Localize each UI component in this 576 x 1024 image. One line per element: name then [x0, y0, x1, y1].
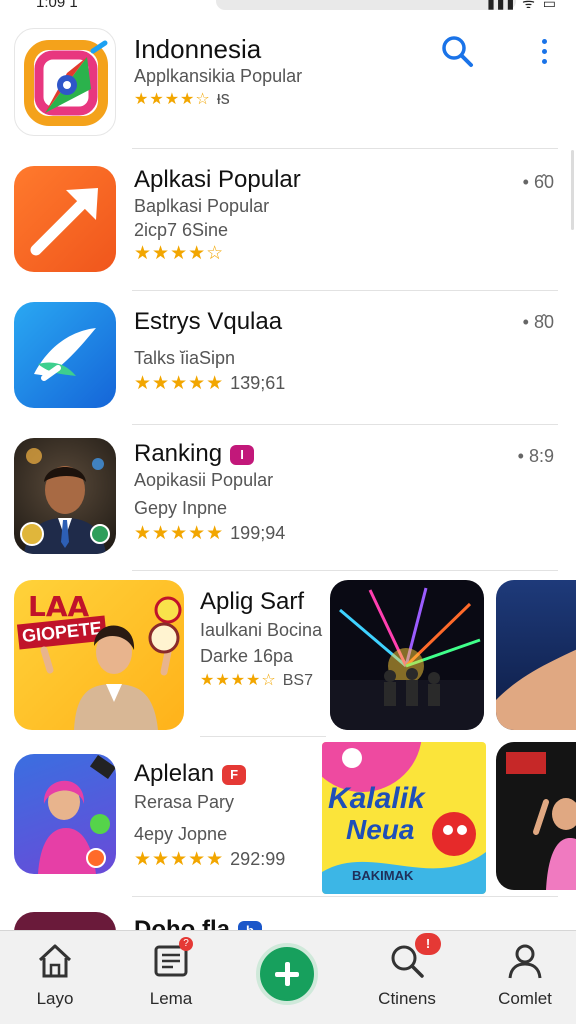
user-icon [505, 941, 545, 981]
app-title: Aplelan F [134, 760, 247, 788]
nav-item-layo[interactable]: Layo [10, 941, 100, 1009]
man-portrait-icon [20, 448, 110, 554]
notification-dot: ? [179, 937, 193, 951]
app-meta: • 8̂0 [522, 312, 554, 332]
app-row-5[interactable]: LAA GIOPETE Aplig Sarf Iaulkani Bocina D… [0, 580, 576, 730]
nav-label: Layo [36, 989, 74, 1008]
status-pill [216, 0, 516, 10]
poster-partial-2[interactable] [496, 742, 576, 890]
rating-count: 292:99 [230, 849, 286, 869]
divider [132, 896, 558, 897]
app-detail: Darke 16pa [200, 646, 294, 666]
divider [132, 290, 558, 291]
colorful-swirl-icon [24, 40, 108, 126]
plus-icon [285, 962, 290, 986]
app-meta: • 6̂0 [522, 172, 554, 192]
poster-kalalik-subtitle: Neua [346, 814, 415, 845]
status-time: 1:09 1 [36, 0, 78, 11]
app-rating: ★★★★☆ ᵻs [134, 88, 230, 109]
star-rating: ★★★★★ [134, 373, 225, 394]
arm-image-icon [496, 649, 576, 730]
divider [132, 148, 558, 149]
poster-concert[interactable] [330, 580, 484, 730]
app-row-6[interactable]: Aplelan F Rerasa Pary 4epy Jopne ★★★★★ 292… [0, 736, 576, 894]
star-rating: ★★★★★ [134, 523, 225, 544]
app-subtitle: Talks ĭiaSipn [134, 348, 236, 368]
app-subtitle: Baplkasi Popular [134, 196, 270, 216]
poster-laa[interactable]: LAA GIOPETE [14, 580, 184, 730]
bird-arrow-icon [34, 328, 96, 381]
nav-label: Lema [149, 989, 193, 1008]
poster-kalalik-caption: BAKIMAK [352, 868, 414, 883]
app-badge: F [222, 764, 247, 785]
app-detail: 2icp7 6Sine [134, 220, 229, 240]
divider [132, 570, 558, 571]
rating-count: 13̈9;61 [230, 373, 286, 393]
app-subtitle: Aopikasii Popular [134, 470, 274, 490]
app-subtitle: Iaulkani Bocina [200, 620, 323, 640]
nav-label: Ctinens [378, 989, 436, 1008]
news-icon: ? [151, 937, 193, 981]
app-subtitle: Rerasa Pary [134, 792, 235, 812]
bottom-navigation: Layo ? Lema ! Ctinens Comlet [0, 930, 576, 1024]
star-rating: ★★★★★ [134, 849, 225, 870]
app-rating: ★★★★★ 13̈9;61 [134, 372, 285, 395]
app-icon-ranking[interactable] [14, 438, 116, 554]
divider [200, 736, 326, 737]
app-title: Aplig Sarf [200, 588, 305, 615]
add-button[interactable] [256, 943, 318, 1005]
app-title: Aplkasi Popular [134, 166, 301, 193]
app-detail: Gepy Inpne [134, 498, 228, 518]
app-detail: 4epy Jopne [134, 824, 228, 844]
rating-count: 199;94 [230, 523, 286, 543]
app-title-text: Ranking [134, 440, 223, 467]
app-subtitle: Applkansikia Popular [134, 66, 303, 86]
nav-item-ctinens[interactable]: ! Ctinens [362, 933, 452, 1009]
app-icon-partial[interactable] [14, 912, 116, 932]
rating-count: BS7 [282, 672, 313, 689]
app-title: Ranking I [134, 440, 255, 468]
concert-lights-icon [330, 587, 484, 730]
app-title: Indonnesia [134, 34, 262, 64]
woman-presenter-icon [40, 596, 182, 730]
cartoon-girl-icon [38, 754, 116, 874]
notification-badge: ! [415, 933, 441, 955]
app-icon-aplelan[interactable] [14, 754, 116, 874]
arrow-up-right-icon [30, 188, 98, 256]
nav-item-lema[interactable]: ? Lema [126, 937, 216, 1009]
app-row-3[interactable]: Estrys Vqulaa Talks ĭiaSipn ★★★★★ 13̈9;61… [0, 302, 576, 424]
status-bar: 1:09 1 ▮▮▮ ᯤ ▭ [0, 0, 576, 12]
divider [132, 424, 558, 425]
star-rating: ★★★★☆ [200, 672, 277, 689]
app-row-4[interactable]: Ranking I Aopikasii Popular Gepy Inpne ★★… [0, 436, 576, 566]
app-rating: ★★★★☆ BS7 [200, 670, 313, 690]
poster-kalalik-title: Kalalik [328, 782, 425, 815]
home-icon [35, 941, 75, 981]
star-rating: ★★★★☆ [134, 243, 225, 264]
app-rating: ★★★★★ 292:99 [134, 848, 285, 871]
search-icon: ! [387, 933, 441, 981]
app-title: Estrys Vqulaa [134, 308, 283, 335]
app-row-2[interactable]: Aplkasi Popular Baplkasi Popular 2icp7 6… [0, 166, 576, 288]
app-icon-estrys-vqulaa[interactable] [14, 302, 116, 408]
status-icons: ▮▮▮ ᯤ ▭ [487, 0, 558, 11]
star-rating: ★★★★☆ [134, 91, 211, 108]
app-badge: I [230, 444, 255, 465]
app-icon-aplkasi-popular[interactable] [14, 166, 116, 272]
poster-kalalik[interactable]: Kalalik Neua BAKIMAK [322, 742, 486, 894]
girl-photo-icon [506, 752, 576, 890]
rating-count: ᵻs [216, 88, 230, 108]
app-meta: • 8:9 [517, 446, 554, 466]
app-row-7[interactable]: Doho fla b [0, 912, 576, 932]
app-rating: ★★★★★ 199;94 [134, 522, 285, 545]
app-row-1[interactable]: Indonnesia Applkansikia Popular ★★★★☆ ᵻs [0, 28, 576, 148]
app-title-text: Aplelan [134, 760, 215, 787]
nav-label: Comlet [498, 989, 552, 1008]
app-icon-indonnesia[interactable] [14, 28, 116, 136]
poster-partial[interactable] [496, 580, 576, 730]
nav-item-comlet[interactable]: Comlet [480, 941, 570, 1009]
